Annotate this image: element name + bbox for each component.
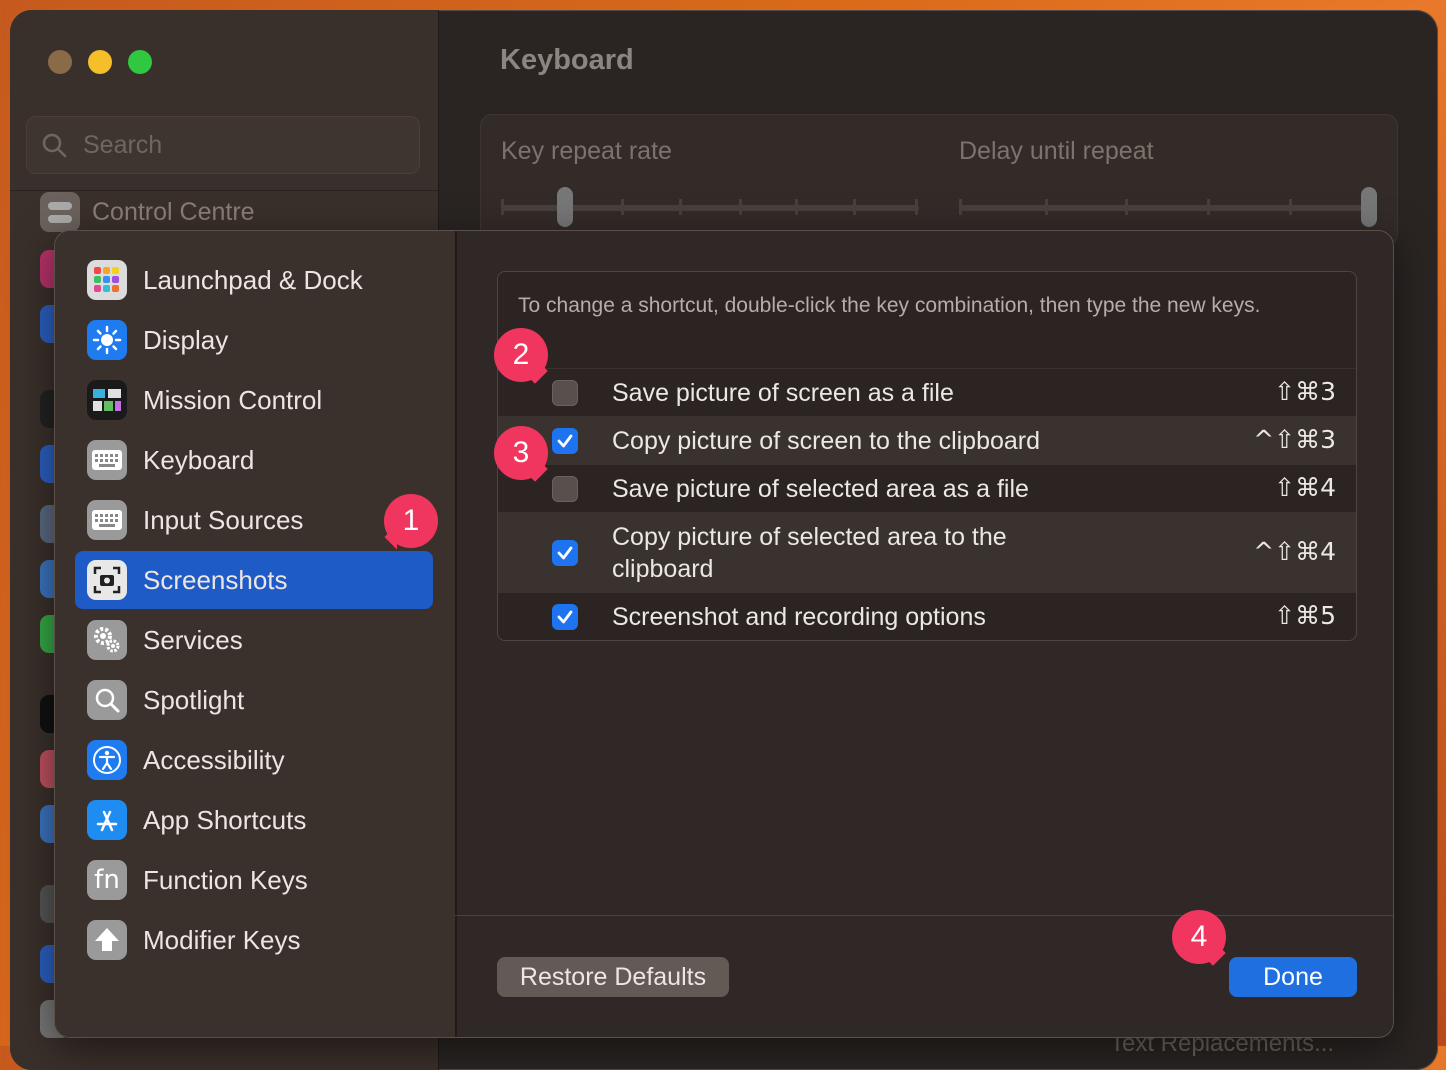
sidebar-divider — [10, 190, 438, 191]
slider-tick — [621, 199, 624, 215]
sidebar-item-input-sources[interactable]: Input Sources — [75, 491, 433, 549]
mission-control-icon — [87, 380, 127, 420]
checkmark-icon — [557, 610, 573, 624]
shortcut-checkbox[interactable] — [552, 540, 578, 566]
keyboard-icon — [87, 440, 127, 480]
slider-tick — [795, 199, 798, 215]
annotation-badge-3: 3 — [494, 426, 548, 480]
accessibility-icon — [87, 740, 127, 780]
shortcuts-sidebar: Launchpad & Dock Display Mission Control… — [55, 231, 457, 1037]
instruction-text: To change a shortcut, double-click the k… — [518, 294, 1261, 317]
shortcut-row[interactable]: Save picture of selected area as a file … — [498, 464, 1356, 513]
gears-icon — [87, 620, 127, 660]
delay-knob[interactable] — [1361, 187, 1377, 227]
nav-label: Services — [143, 624, 243, 655]
launchpad-icon — [87, 260, 127, 300]
sidebar-item-accessibility[interactable]: Accessibility — [75, 731, 433, 789]
nav-label: Display — [143, 324, 229, 355]
page-title: Keyboard — [500, 44, 634, 76]
slider-tick — [679, 199, 682, 215]
nav-label: Spotlight — [143, 684, 245, 715]
shortcut-label: Copy picture of screen to the clipboard — [612, 427, 1041, 455]
nav-label: Input Sources — [143, 504, 304, 535]
shortcut-checkbox[interactable] — [552, 380, 578, 406]
shortcut-key[interactable]: ^⇧⌘3 — [1253, 425, 1336, 454]
app-store-icon — [87, 800, 127, 840]
nav-label: App Shortcuts — [143, 804, 307, 835]
magnifier-icon — [87, 680, 127, 720]
input-sources-icon — [87, 500, 127, 540]
slider-tick — [853, 199, 856, 215]
sidebar-item-mission-control[interactable]: Mission Control — [75, 371, 433, 429]
shortcut-key[interactable]: ⇧⌘5 — [1274, 601, 1336, 630]
close-window-button[interactable] — [48, 50, 72, 74]
sidebar-item-app-shortcuts[interactable]: App Shortcuts — [75, 791, 433, 849]
sidebar-item-services[interactable]: Services — [75, 611, 433, 669]
shortcut-label: Save picture of screen as a file — [612, 379, 954, 407]
slider-tick — [501, 199, 504, 215]
key-repeat-label: Key repeat rate — [501, 137, 672, 165]
sidebar-item-screenshots[interactable]: Screenshots — [75, 551, 433, 609]
sidebar-item-modifier-keys[interactable]: Modifier Keys — [75, 911, 433, 969]
search-field[interactable] — [26, 116, 420, 174]
shortcut-checkbox[interactable] — [552, 476, 578, 502]
slider-tick — [1045, 199, 1048, 215]
slider-tick — [739, 199, 742, 215]
minimize-window-button[interactable] — [88, 50, 112, 74]
control-centre-icon — [40, 192, 80, 232]
annotation-badge-2: 2 — [494, 328, 548, 382]
checkmark-icon — [557, 434, 573, 448]
restore-defaults-button[interactable]: Restore Defaults — [497, 957, 729, 997]
nav-label: Launchpad & Dock — [143, 264, 363, 295]
sidebar-item-launchpad-dock[interactable]: Launchpad & Dock — [75, 251, 433, 309]
sidebar-item-control-centre[interactable]: Control Centre — [40, 192, 255, 232]
sidebar-item-label: Control Centre — [92, 197, 255, 226]
modifier-arrow-icon — [87, 920, 127, 960]
shortcut-row[interactable]: Copy picture of selected area to the cli… — [498, 512, 1356, 593]
annotation-badge-4: 4 — [1172, 910, 1226, 964]
key-repeat-panel: Key repeat rate Delay until repeat — [480, 114, 1398, 246]
shortcut-label: Save picture of selected area as a file — [612, 475, 1029, 503]
slider-tick — [1207, 199, 1210, 215]
key-repeat-knob[interactable] — [557, 187, 573, 227]
sidebar-item-spotlight[interactable]: Spotlight — [75, 671, 433, 729]
nav-label: Function Keys — [143, 864, 308, 895]
shortcut-key[interactable]: ⇧⌘4 — [1274, 473, 1336, 502]
shortcut-label: Screenshot and recording options — [612, 603, 986, 631]
sidebar-item-function-keys[interactable]: fn Function Keys — [75, 851, 433, 909]
sidebar-item-keyboard[interactable]: Keyboard — [75, 431, 433, 489]
shortcut-label: Copy picture of selected area to the cli… — [612, 523, 1007, 583]
slider-tick — [1125, 199, 1128, 215]
shortcut-checkbox[interactable] — [552, 604, 578, 630]
shortcut-list-panel: To change a shortcut, double-click the k… — [497, 271, 1357, 641]
nav-label: Keyboard — [143, 444, 255, 475]
shortcut-row[interactable]: Screenshot and recording options ⇧⌘5 — [498, 592, 1356, 640]
shortcut-checkbox[interactable] — [552, 428, 578, 454]
annotation-badge-1: 1 — [384, 494, 438, 548]
fn-icon: fn — [87, 860, 127, 900]
nav-label: Screenshots — [143, 564, 288, 595]
nav-label: Accessibility — [143, 744, 285, 775]
delay-label: Delay until repeat — [959, 137, 1154, 165]
shortcut-row[interactable]: Copy picture of screen to the clipboard … — [498, 416, 1356, 465]
nav-label: Mission Control — [143, 384, 323, 415]
slider-tick — [959, 199, 962, 215]
maximize-window-button[interactable] — [128, 50, 152, 74]
delay-slider[interactable] — [959, 205, 1369, 211]
search-input[interactable] — [81, 129, 385, 161]
search-icon — [42, 133, 67, 158]
slider-tick — [915, 199, 918, 215]
done-button[interactable]: Done — [1229, 957, 1357, 997]
checkmark-icon — [557, 546, 573, 560]
nav-label: Modifier Keys — [143, 924, 301, 955]
shortcut-row[interactable]: Save picture of screen as a file ⇧⌘3 — [498, 368, 1356, 417]
display-icon — [87, 320, 127, 360]
shortcut-key[interactable]: ⇧⌘3 — [1274, 377, 1336, 406]
slider-tick — [1289, 199, 1292, 215]
screenshots-icon — [87, 560, 127, 600]
footer-divider — [455, 915, 1393, 916]
sidebar-item-display[interactable]: Display — [75, 311, 433, 369]
shortcut-key[interactable]: ^⇧⌘4 — [1253, 537, 1336, 566]
